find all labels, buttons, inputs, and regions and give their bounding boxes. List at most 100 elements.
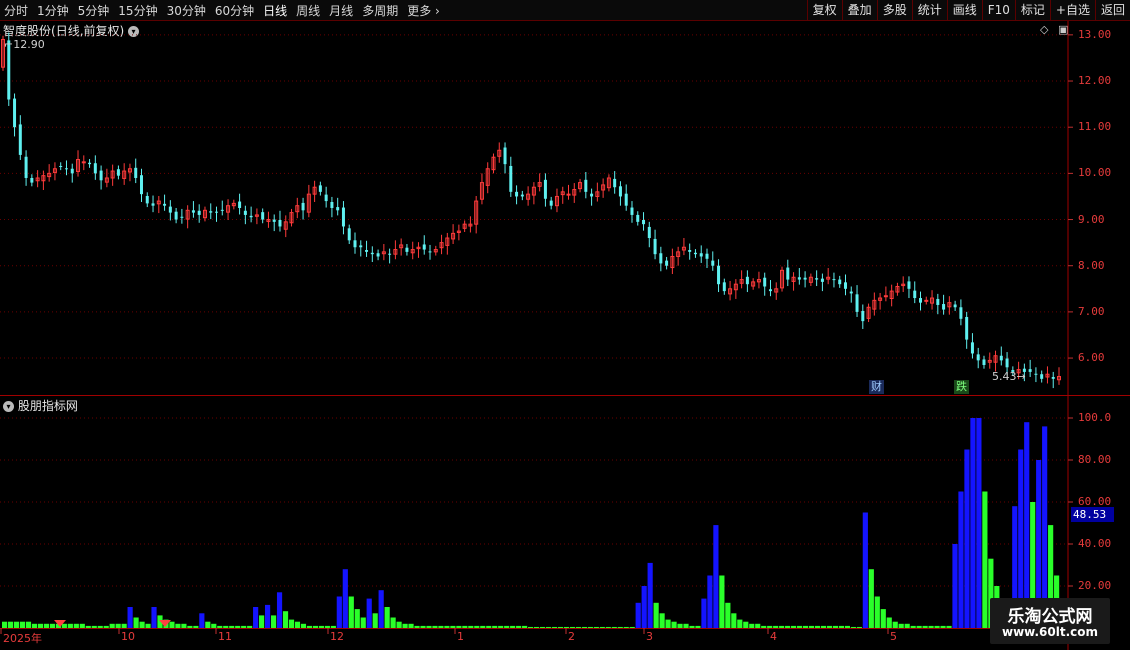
candle bbox=[353, 232, 357, 254]
candle bbox=[202, 206, 207, 222]
toolbar-button-1[interactable]: 叠加 bbox=[841, 0, 877, 20]
indicator-bar bbox=[533, 626, 540, 628]
toolbar-button-2[interactable]: 多股 bbox=[876, 0, 912, 20]
candle bbox=[815, 270, 819, 287]
indicator-bar bbox=[749, 623, 755, 628]
candle-body bbox=[647, 226, 651, 239]
indicator-bar bbox=[193, 625, 199, 628]
candle bbox=[428, 244, 432, 260]
indicator-bar bbox=[605, 626, 611, 628]
candle bbox=[659, 246, 663, 272]
candle bbox=[24, 150, 28, 186]
candle bbox=[1051, 371, 1055, 389]
tab-1[interactable]: 1分钟 bbox=[37, 2, 69, 19]
candle-body bbox=[1040, 374, 1044, 379]
candle-body bbox=[318, 185, 322, 192]
indicator-bar bbox=[653, 602, 659, 628]
tab-8[interactable]: 月线 bbox=[329, 2, 353, 19]
indicator-bar bbox=[115, 623, 121, 628]
tab-4[interactable]: 30分钟 bbox=[167, 2, 206, 19]
candle-body bbox=[520, 194, 524, 197]
candle-body bbox=[13, 98, 17, 128]
tab-10[interactable]: 更多 › bbox=[407, 2, 440, 19]
candle bbox=[774, 282, 779, 300]
candle bbox=[231, 199, 236, 210]
candle-body bbox=[705, 253, 709, 259]
candle bbox=[185, 205, 190, 229]
candle-body bbox=[855, 294, 859, 312]
indicator-bar bbox=[318, 625, 324, 628]
candlestick-chart[interactable] bbox=[0, 21, 1070, 396]
indicator-bar bbox=[360, 617, 366, 628]
candle-body bbox=[642, 220, 646, 225]
candle bbox=[999, 346, 1003, 366]
indicator-bar bbox=[958, 491, 964, 628]
indicator-bar bbox=[37, 623, 44, 628]
candle bbox=[127, 163, 132, 182]
indicator-bar bbox=[492, 625, 498, 628]
candle-body bbox=[330, 201, 334, 208]
toolbar-button-0[interactable]: 复权 bbox=[806, 0, 842, 20]
candle bbox=[336, 197, 340, 216]
indicator-bar bbox=[324, 625, 330, 628]
candle-body bbox=[786, 267, 790, 280]
tab-6[interactable]: 日线 bbox=[263, 2, 287, 19]
candle-body bbox=[763, 277, 767, 287]
indicator-bar bbox=[133, 617, 139, 628]
price-tick-label: 11.00 bbox=[1078, 120, 1112, 134]
finance-badge[interactable]: 财 bbox=[869, 380, 884, 394]
tab-3[interactable]: 15分钟 bbox=[118, 2, 157, 19]
indicator-bar bbox=[982, 491, 988, 628]
indicator-bar bbox=[856, 626, 862, 628]
indicator-bar bbox=[701, 598, 707, 628]
indicator-bar bbox=[384, 607, 390, 628]
candle bbox=[976, 347, 980, 369]
indicator-bar bbox=[109, 623, 115, 628]
indicator-bar bbox=[426, 625, 432, 628]
candle-body bbox=[191, 210, 195, 213]
tab-2[interactable]: 5分钟 bbox=[78, 2, 110, 19]
indicator-bar bbox=[468, 625, 474, 628]
toolbar-button-8[interactable]: 返回 bbox=[1094, 0, 1130, 20]
candle bbox=[410, 241, 415, 260]
candle bbox=[584, 171, 588, 199]
candle bbox=[924, 296, 929, 305]
limit-down-badge[interactable]: 跌 bbox=[954, 380, 969, 394]
candle bbox=[52, 162, 57, 181]
indicator-bar bbox=[372, 613, 378, 628]
tab-9[interactable]: 多周期 bbox=[362, 2, 398, 19]
toolbar-button-6[interactable]: 标记 bbox=[1014, 0, 1050, 20]
candle-body bbox=[509, 165, 513, 192]
candle bbox=[670, 248, 675, 275]
candle-body bbox=[174, 211, 178, 220]
watermark: 乐淘公式网 www.60lt.com bbox=[990, 598, 1110, 644]
price-tick-label: 9.00 bbox=[1078, 212, 1105, 226]
candle bbox=[422, 235, 426, 255]
high-arrow-icon: ⌐ bbox=[4, 38, 14, 51]
indicator-bar bbox=[791, 625, 797, 628]
price-tick-label: 13.00 bbox=[1078, 27, 1112, 41]
indicator-bar bbox=[796, 625, 803, 628]
candle-body bbox=[261, 212, 265, 220]
candle bbox=[636, 211, 640, 226]
candle bbox=[982, 355, 986, 369]
indicator-bar bbox=[61, 623, 67, 628]
indicator-bar bbox=[486, 625, 492, 628]
toolbar-button-5[interactable]: F10 bbox=[981, 0, 1015, 20]
candle-body bbox=[18, 124, 22, 155]
tab-0[interactable]: 分时 bbox=[4, 2, 28, 19]
candle-body bbox=[134, 167, 138, 178]
indicator-bar bbox=[510, 625, 516, 628]
toolbar-button-3[interactable]: 统计 bbox=[911, 0, 947, 20]
tab-5[interactable]: 60分钟 bbox=[215, 2, 254, 19]
candle bbox=[681, 238, 686, 256]
indicator-bar-chart[interactable] bbox=[0, 397, 1070, 629]
candle bbox=[433, 245, 438, 256]
indicator-bar bbox=[785, 625, 791, 628]
toolbar-button-7[interactable]: +自选 bbox=[1049, 0, 1095, 20]
indicator-bar bbox=[438, 625, 444, 628]
tab-7[interactable]: 周线 bbox=[296, 2, 320, 19]
indicator-bar bbox=[767, 625, 773, 628]
candle-body bbox=[278, 220, 282, 227]
toolbar-button-4[interactable]: 画线 bbox=[946, 0, 982, 20]
